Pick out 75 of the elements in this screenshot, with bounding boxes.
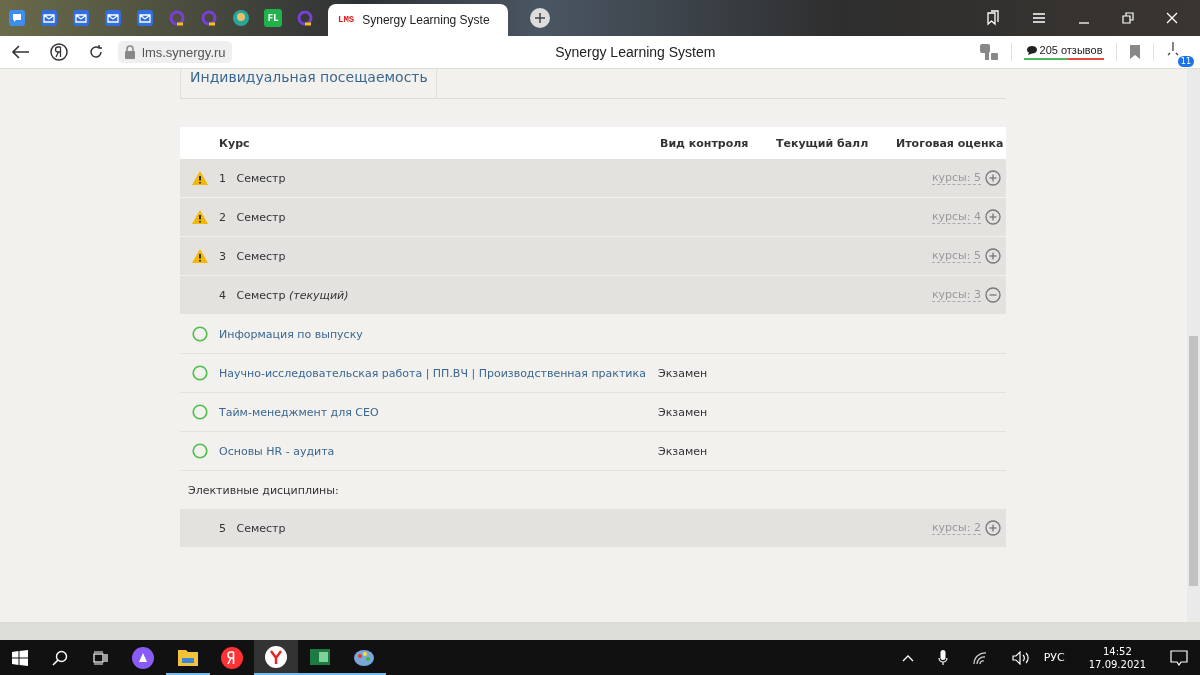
- close-window-icon[interactable]: [1166, 12, 1178, 24]
- chat-tab-icon[interactable]: [8, 9, 26, 27]
- address-field[interactable]: lms.synergy.ru: [118, 41, 232, 63]
- notifications-icon[interactable]: [1170, 649, 1188, 666]
- semester-row[interactable]: 5 Семестр курсы: 2: [180, 509, 1006, 548]
- search-icon[interactable]: [52, 649, 68, 666]
- semester-name: 5 Семестр: [219, 521, 287, 535]
- semester-name: 2 Семестр: [219, 210, 287, 224]
- download-count-badge: 11: [1177, 56, 1194, 67]
- control-type: Экзамен: [658, 444, 708, 458]
- lock-icon: [124, 45, 136, 59]
- semester-name: 4 Семестр (текущий): [219, 288, 350, 302]
- ring-tab-icon[interactable]: [296, 9, 314, 27]
- reviews-button[interactable]: 205 отзывов: [1024, 44, 1104, 60]
- status-circle-icon: [191, 365, 208, 381]
- expand-icon[interactable]: [985, 248, 1001, 264]
- browser-icon[interactable]: [265, 645, 287, 668]
- control-type: Экзамен: [658, 405, 708, 419]
- semester-name: 3 Семестр: [219, 249, 287, 263]
- ring-tab-icon[interactable]: [168, 9, 186, 27]
- column-header: Текущий балл: [776, 136, 870, 150]
- semester-name: 1 Семестр: [219, 171, 287, 185]
- page-title: Synergy Learning System: [555, 44, 716, 60]
- windows-start-icon[interactable]: [12, 649, 28, 666]
- menu-icon[interactable]: [1032, 12, 1046, 24]
- globe-tab-icon[interactable]: [232, 9, 250, 27]
- bookmarks-icon[interactable]: [986, 10, 1000, 26]
- yandex-icon[interactable]: [221, 646, 243, 669]
- mail-tab-icon[interactable]: [40, 9, 58, 27]
- yandex-circle-icon[interactable]: [50, 43, 68, 61]
- scrollbar[interactable]: [1187, 69, 1200, 622]
- tab-title[interactable]: Synergy Learning Syste: [362, 13, 490, 27]
- expand-icon[interactable]: [985, 520, 1001, 536]
- course-link[interactable]: Научно-исследовательская работа | ПП.ВЧ | Производственная практика: [219, 366, 658, 380]
- speaker-icon[interactable]: [1011, 650, 1030, 665]
- assistant-icon[interactable]: [132, 646, 154, 669]
- course-link[interactable]: Тайм-менеджмент для CEO: [219, 405, 658, 419]
- course-link[interactable]: Информация по выпуску: [219, 327, 658, 341]
- status-circle-icon: [191, 404, 208, 420]
- new-tab-button[interactable]: [530, 8, 550, 28]
- semester-row[interactable]: 2 Семестр курсы: 4: [180, 198, 1006, 237]
- spreadsheet-icon[interactable]: [309, 646, 331, 667]
- clock[interactable]: 14:52 17.09.2021: [1088, 645, 1146, 670]
- mail-tab-icon[interactable]: [136, 9, 154, 27]
- course-link[interactable]: Основы HR - аудита: [219, 444, 658, 458]
- ring-tab-icon[interactable]: [200, 9, 218, 27]
- status-circle-icon: [191, 443, 208, 459]
- chevron-up-icon[interactable]: [901, 653, 914, 662]
- speech-bubble-icon: [1025, 44, 1038, 56]
- expand-icon[interactable]: [985, 209, 1001, 225]
- semester-row[interactable]: 3 Семестр курсы: 5: [180, 237, 1006, 276]
- mail-tab-icon[interactable]: [72, 9, 90, 27]
- task-view-icon[interactable]: [92, 649, 108, 666]
- wifi-icon[interactable]: [971, 650, 988, 665]
- mail-tab-icon[interactable]: [104, 9, 122, 27]
- attendance-tab[interactable]: Индивидуальная посещаемость: [180, 69, 437, 98]
- expand-icon[interactable]: [985, 170, 1001, 186]
- column-header: Вид контроля: [660, 136, 750, 150]
- electives-label: Элективные дисциплины:: [188, 483, 339, 497]
- status-circle-icon: [191, 326, 208, 342]
- horizontal-scrollbar[interactable]: [0, 622, 1200, 640]
- microphone-icon[interactable]: [937, 649, 948, 666]
- restore-icon[interactable]: [1122, 12, 1134, 24]
- semester-row[interactable]: 4 Семестр (текущий) курсы: 3: [180, 276, 1006, 315]
- back-icon[interactable]: [12, 45, 30, 59]
- password-key-icon[interactable]: [979, 43, 999, 61]
- semester-row[interactable]: 1 Семестр курсы: 5: [180, 159, 1006, 198]
- site-logo: LMS: [338, 15, 355, 25]
- column-header: Итоговая оценка: [896, 136, 1005, 150]
- reload-icon[interactable]: [88, 44, 104, 60]
- column-header: Курс: [219, 136, 251, 150]
- control-type: Экзамен: [658, 366, 708, 380]
- collapse-icon[interactable]: [985, 287, 1001, 303]
- language-indicator[interactable]: РУС: [1043, 651, 1065, 664]
- bookmark-icon[interactable]: [1129, 44, 1141, 60]
